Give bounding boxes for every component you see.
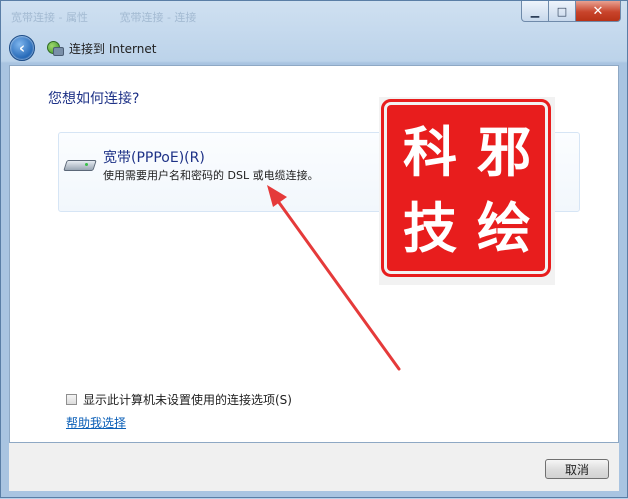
seal-char-3: 绘 — [477, 195, 531, 260]
back-button[interactable]: ‹ — [9, 35, 35, 61]
page-heading: 您想如何连接? — [48, 91, 140, 107]
minimize-button[interactable]: ▁ — [521, 1, 549, 22]
seal-char-1: 邪 — [477, 119, 531, 184]
title-bar-ghost-text: 宽带连接 - 属性 宽带连接 - 连接 — [11, 9, 431, 27]
modem-led — [85, 163, 88, 166]
watermark-seal: 邪 科 绘 技 — [379, 97, 555, 285]
minimize-icon: ▁ — [530, 4, 540, 18]
cancel-button[interactable]: 取消 — [545, 459, 609, 479]
seal-stamp: 邪 科 绘 技 — [387, 105, 545, 271]
plug-shape — [53, 47, 64, 56]
modem-body — [63, 160, 97, 171]
window-frame: 宽带连接 - 属性 宽带连接 - 连接 ▁ □ ✕ ‹ 连接到 Internet… — [0, 0, 628, 498]
seal-char-4: 技 — [403, 195, 457, 260]
ghost-title-2: 宽带连接 - 连接 — [119, 11, 197, 24]
show-unconfigured-options-checkbox[interactable] — [66, 394, 77, 405]
wizard-nav-bar: ‹ 连接到 Internet — [9, 31, 156, 65]
broadband-modem-icon — [63, 157, 97, 171]
window-controls: ▁ □ ✕ — [521, 1, 621, 22]
help-me-choose-link[interactable]: 帮助我选择 — [66, 414, 126, 431]
wizard-footer: 取消 — [9, 443, 619, 491]
option-title: 宽带(PPPoE)(R) — [103, 150, 205, 166]
maximize-icon: □ — [556, 4, 568, 18]
maximize-button[interactable]: □ — [549, 1, 576, 22]
wizard-title: 连接到 Internet — [69, 41, 157, 56]
seal-char-2: 科 — [403, 119, 457, 184]
option-description: 使用需要用户名和密码的 DSL 或电缆连接。 — [103, 169, 319, 182]
network-connection-icon — [45, 40, 64, 56]
ghost-title-1: 宽带连接 - 属性 — [11, 11, 88, 24]
show-unconfigured-options-row[interactable]: 显示此计算机未设置使用的连接选项(S) — [66, 391, 292, 408]
close-button[interactable]: ✕ — [576, 1, 621, 22]
back-arrow-icon: ‹ — [18, 39, 26, 57]
checkbox-label: 显示此计算机未设置使用的连接选项(S) — [83, 393, 292, 407]
close-icon: ✕ — [592, 3, 604, 19]
